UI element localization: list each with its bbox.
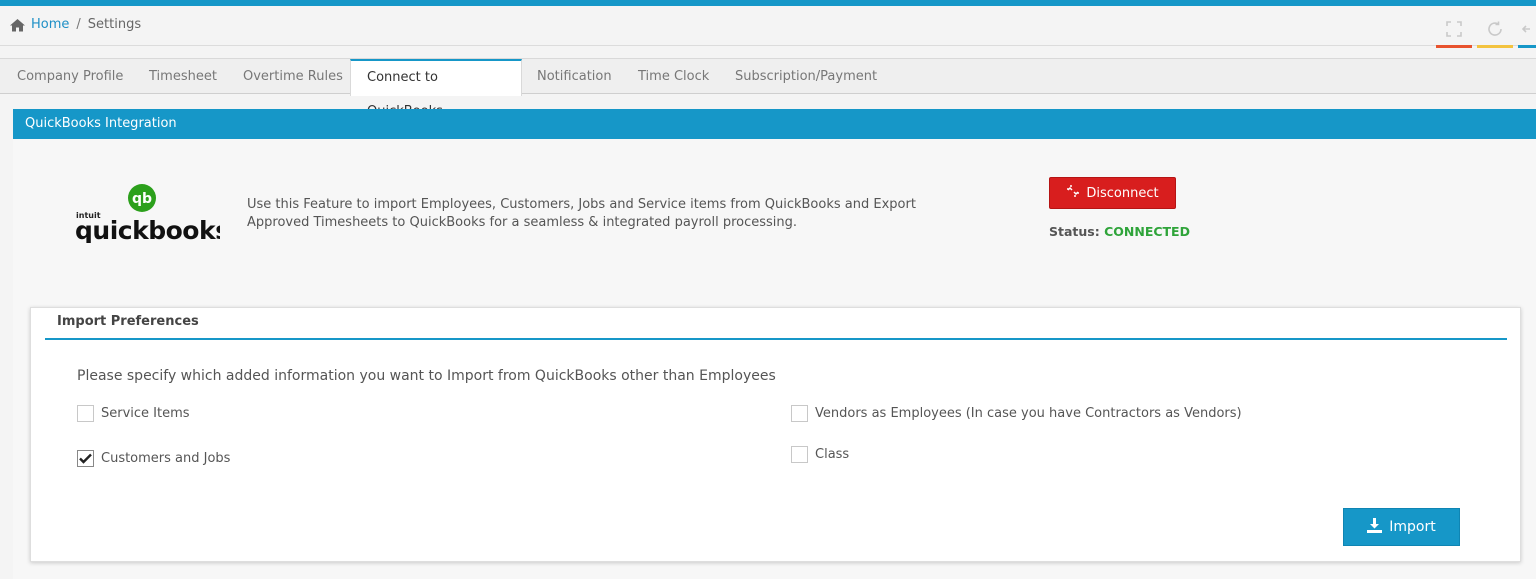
import-preferences-panel: Import Preferences Please specify which … [30, 307, 1521, 562]
fullscreen-accent [1436, 45, 1472, 48]
fullscreen-button[interactable] [1436, 18, 1472, 48]
refresh-button[interactable] [1477, 18, 1513, 48]
checkbox-label: Class [815, 447, 850, 462]
tab-time-clock[interactable]: Time Clock [622, 59, 725, 95]
status-value: CONNECTED [1104, 224, 1190, 239]
download-icon [1367, 517, 1383, 537]
home-icon[interactable] [9, 18, 26, 32]
unlink-icon [1066, 184, 1080, 202]
quickbooks-logo: qb intuit quickbooks [75, 183, 230, 245]
refresh-icon [1486, 18, 1504, 42]
checkbox-label: Vendors as Employees (In case you have C… [815, 406, 1242, 421]
checkbox-class[interactable]: Class [791, 446, 849, 463]
collapse-button[interactable] [1518, 18, 1536, 48]
import-button[interactable]: Import [1343, 508, 1460, 546]
breadcrumb-bar: Home / Settings [0, 6, 1536, 48]
tab-notification[interactable]: Notification [521, 59, 628, 95]
import-preferences-title: Import Preferences [57, 314, 199, 329]
checkbox-box[interactable] [791, 446, 808, 463]
checkbox-box[interactable] [791, 405, 808, 422]
breadcrumb-separator: / [76, 17, 81, 32]
tab-company-profile[interactable]: Company Profile [1, 59, 139, 95]
checkbox-box[interactable] [77, 450, 94, 467]
checkbox-vendors-as-employees[interactable]: Vendors as Employees (In case you have C… [791, 405, 1242, 422]
tab-timesheet[interactable]: Timesheet [133, 59, 233, 95]
logo-badge-text: qb [132, 191, 152, 207]
tab-overtime-rules[interactable]: Overtime Rules [227, 59, 359, 95]
panel-title: QuickBooks Integration [13, 109, 1536, 139]
import-preferences-question: Please specify which added information y… [77, 368, 776, 384]
fullscreen-icon [1445, 18, 1463, 42]
connection-status: Status: CONNECTED [1049, 224, 1190, 239]
logo-brand-text: quickbooks [75, 216, 220, 243]
breadcrumb: Home / Settings [9, 17, 141, 32]
import-label: Import [1389, 519, 1436, 535]
checkbox-label: Customers and Jobs [101, 451, 231, 466]
tab-subscription-payment[interactable]: Subscription/Payment [719, 59, 893, 95]
checkbox-box[interactable] [77, 405, 94, 422]
status-label: Status: [1049, 224, 1100, 239]
disconnect-label: Disconnect [1086, 185, 1159, 201]
settings-tabs: Company Profile Timesheet Overtime Rules… [0, 58, 1536, 119]
header-tools [1431, 18, 1536, 48]
collapse-icon [1520, 18, 1534, 42]
collapse-accent [1518, 45, 1536, 48]
check-icon [79, 453, 92, 464]
disconnect-button[interactable]: Disconnect [1049, 177, 1176, 209]
checkbox-label: Service Items [101, 406, 190, 421]
breadcrumb-current: Settings [87, 17, 142, 32]
refresh-accent [1477, 45, 1513, 48]
tab-connect-to-quickbooks[interactable]: Connect to QuickBooks [350, 59, 522, 119]
import-preferences-divider [45, 338, 1507, 340]
breadcrumb-home-link[interactable]: Home [31, 17, 69, 32]
integration-description: Use this Feature to import Employees, Cu… [247, 197, 916, 230]
checkbox-service-items[interactable]: Service Items [77, 405, 190, 422]
checkbox-customers-and-jobs[interactable]: Customers and Jobs [77, 450, 230, 467]
